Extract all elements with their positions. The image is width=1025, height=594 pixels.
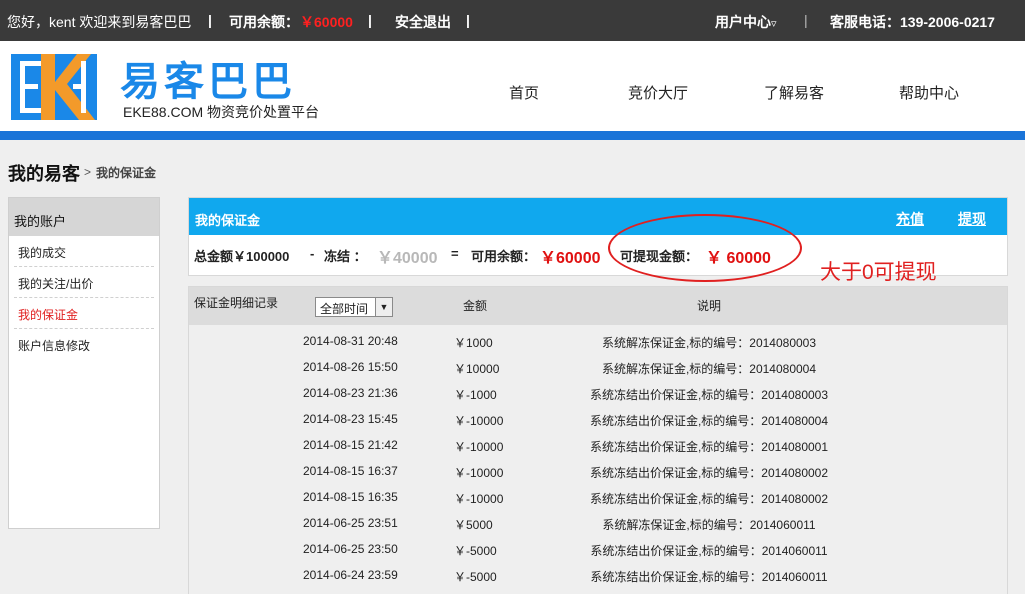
logo-title: 易客巴巴 [120, 60, 296, 104]
logout-link[interactable]: 安全退出 [395, 12, 451, 32]
user-center-label: 用户中心 [715, 14, 771, 30]
withdraw-link[interactable]: 提现 [958, 209, 986, 229]
record-amount: ￥-5000 [454, 544, 497, 558]
table-row: 2014-08-31 20:48 ￥1000 系统解冻保证金,标的编号：201408… [189, 327, 1007, 353]
separator: | [804, 12, 808, 28]
record-description: 系统解冻保证金,标的编号：2014080004 [601, 362, 817, 376]
table-row: 2014-06-25 23:50 ￥-5000 系统冻结出价保证金,标的编号：201… [189, 535, 1007, 561]
column-amount: 金额 [463, 299, 488, 313]
sidebar-item-watchlist[interactable]: 我的关注/出价 [14, 267, 154, 298]
deposit-records: 保证金明细记录 全部时间 ▼ 金额 说明 2014-08-31 20:48 ￥10… [188, 286, 1008, 594]
separator: | [368, 12, 372, 28]
user-center-menu[interactable]: 用户中心▿ [715, 12, 777, 32]
equals-sign: = [451, 246, 459, 261]
record-amount: ￥5000 [454, 518, 493, 532]
sidebar-item-account-edit[interactable]: 账户信息修改 [14, 329, 154, 360]
panel-header: 我的保证金 充值 提现 [189, 198, 1007, 235]
record-time: 2014-06-24 23:59 [303, 568, 398, 582]
record-amount: ￥-10000 [454, 440, 504, 454]
records-title: 保证金明细记录 [194, 296, 279, 310]
table-row: 2014-08-15 16:37 ￥-10000 系统冻结出价保证金,标的编号：20… [189, 457, 1007, 483]
table-row: 2014-06-24 23:59 ￥-5000 系统冻结出价保证金,标的编号：201… [189, 561, 1007, 587]
frozen-label: 冻结 ： [324, 249, 367, 264]
breadcrumb-arrow: > [84, 165, 92, 179]
available-value: ￥60000 [540, 250, 601, 267]
record-time: 2014-08-15 16:35 [303, 490, 398, 504]
site-header: 易客巴巴 EKE88.COM 物资竞价处置平台 首页 竞价大厅 了解易客 帮助中… [0, 41, 1025, 131]
balance-value: ￥60000 [300, 14, 353, 30]
sidebar-item-deposit[interactable]: 我的保证金 [14, 298, 154, 329]
recharge-link[interactable]: 充值 [896, 209, 924, 229]
nav-bidding-hall[interactable]: 竞价大厅 [628, 82, 688, 103]
record-time: 2014-06-25 23:51 [303, 516, 398, 530]
logo-icon[interactable] [11, 54, 97, 120]
record-description: 系统冻结出价保证金,标的编号：2014080004 [589, 414, 829, 428]
annotation-text: 大于0可提现 [820, 261, 937, 284]
balance-label: 可用余额： [229, 14, 299, 30]
record-description: 系统冻结出价保证金,标的编号：2014080002 [589, 466, 829, 480]
breadcrumb-current: 我的保证金 [96, 166, 157, 180]
greeting-text: 您好，kent 欢迎来到易客巴巴 [7, 14, 192, 30]
separator: | [466, 12, 470, 28]
record-time: 2014-08-23 15:45 [303, 412, 398, 426]
breadcrumb-root[interactable]: 我的易客 [8, 160, 80, 186]
sidebar-item-deals[interactable]: 我的成交 [14, 236, 154, 267]
nav-about[interactable]: 了解易客 [764, 82, 824, 103]
chevron-down-icon: ▿ [771, 18, 777, 30]
time-filter-value: 全部时间 [320, 302, 369, 316]
table-row: 2014-06-25 23:51 ￥5000 系统解冻保证金,标的编号：201406… [189, 509, 1007, 535]
highlight-ellipse [608, 214, 802, 282]
record-time: 2014-06-25 23:50 [303, 542, 398, 556]
record-amount: ￥-1000 [454, 388, 497, 402]
dropdown-arrow-icon: ▼ [375, 298, 392, 316]
record-description: 系统冻结出价保证金,标的编号：2014080003 [589, 388, 829, 402]
total-amount: 总金额￥100000 [194, 249, 290, 264]
record-time: 2014-08-23 21:36 [303, 386, 398, 400]
record-description: 系统解冻保证金,标的编号：2014060011 [602, 518, 816, 532]
record-amount: ￥-10000 [454, 414, 504, 428]
table-row: 2014-08-23 15:45 ￥-10000 系统冻结出价保证金,标的编号：20… [189, 405, 1007, 431]
top-bar: 您好，kent 欢迎来到易客巴巴 | 可用余额： ￥60000 | 安全退出 |… [0, 0, 1025, 41]
available-label: 可用余额： [471, 249, 537, 264]
record-amount: ￥1000 [454, 336, 493, 350]
account-sidebar: 我的账户 我的成交 我的关注/出价 我的保证金 账户信息修改 [8, 197, 160, 529]
record-time: 2014-08-15 21:42 [303, 438, 398, 452]
phone-text: 客服电话：139-2006-0217 [830, 14, 995, 30]
record-time: 2014-08-26 15:50 [303, 360, 398, 374]
time-filter-select[interactable]: 全部时间 ▼ [315, 297, 393, 317]
separator: | [208, 12, 212, 28]
record-description: 系统冻结出价保证金,标的编号：2014060011 [590, 544, 828, 558]
logo-subtitle: EKE88.COM 物资竞价处置平台 [123, 104, 320, 120]
sidebar-title: 我的账户 [9, 198, 159, 236]
record-description: 系统冻结出价保证金,标的编号：2014080002 [589, 492, 829, 506]
record-amount: ￥-5000 [454, 570, 497, 584]
record-time: 2014-08-15 16:37 [303, 464, 398, 478]
table-row: 2014-08-23 21:36 ￥-1000 系统冻结出价保证金,标的编号：201… [189, 379, 1007, 405]
record-time: 2014-08-31 20:48 [303, 334, 398, 348]
record-amount: ￥-10000 [454, 466, 504, 480]
column-description: 说明 [697, 299, 722, 313]
nav-help-center[interactable]: 帮助中心 [899, 82, 959, 103]
minus-sign: - [310, 246, 315, 261]
record-description: 系统冻结出价保证金,标的编号：2014080001 [589, 440, 829, 454]
table-row: 2014-08-26 15:50 ￥10000 系统解冻保证金,标的编号：20140… [189, 353, 1007, 379]
record-amount: ￥-10000 [454, 492, 504, 506]
record-description: 系统冻结出价保证金,标的编号：2014060011 [590, 570, 828, 584]
table-row: 2014-08-15 16:35 ￥-10000 系统冻结出价保证金,标的编号：20… [189, 483, 1007, 509]
panel-title: 我的保证金 [195, 213, 261, 228]
frozen-value: ￥40000 [377, 250, 438, 267]
table-row: 2014-08-15 21:42 ￥-10000 系统冻结出价保证金,标的编号：20… [189, 431, 1007, 457]
record-description: 系统解冻保证金,标的编号：2014080003 [601, 336, 817, 350]
nav-home[interactable]: 首页 [509, 82, 539, 103]
header-divider [0, 131, 1025, 140]
records-header: 保证金明细记录 全部时间 ▼ 金额 说明 [189, 287, 1007, 325]
record-amount: ￥10000 [454, 362, 500, 376]
